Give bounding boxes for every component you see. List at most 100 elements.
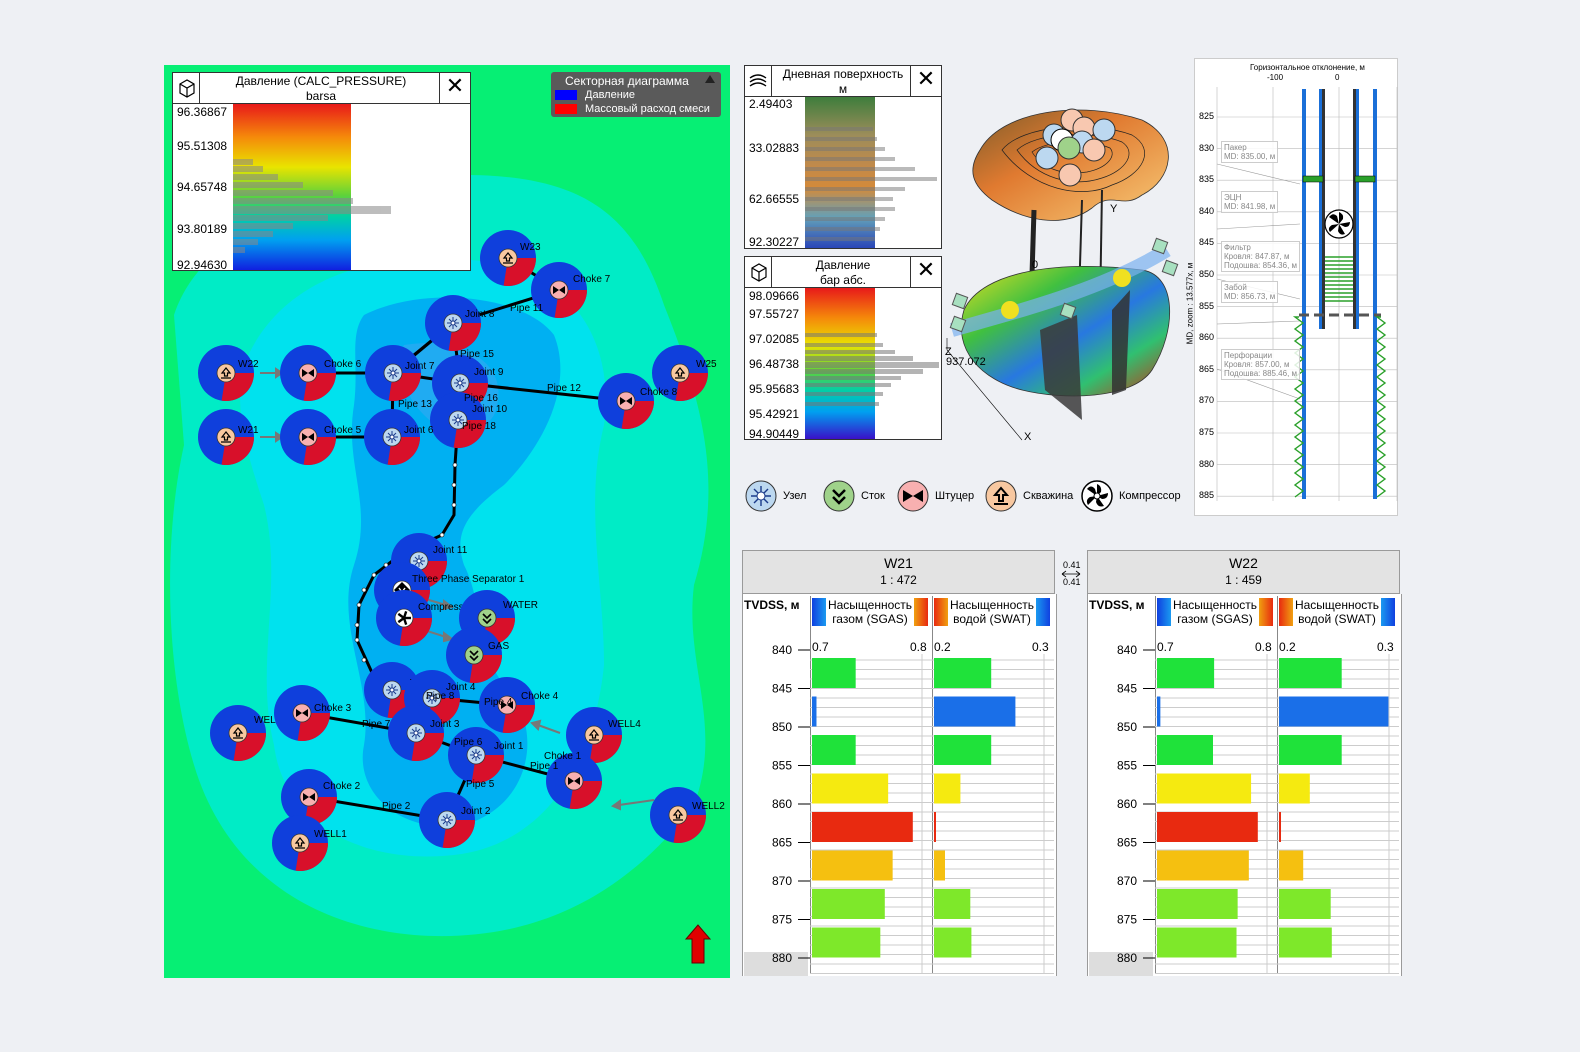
compressor-icon <box>1081 480 1113 512</box>
node-label: Joint 6 <box>404 425 434 436</box>
close-icon[interactable]: ✕ <box>910 66 941 96</box>
wellbore-depth-tick: 860 <box>1199 332 1215 343</box>
annotation-line: Подошва: 854.36, м <box>1224 261 1298 270</box>
annotation-line: Пакер <box>1224 143 1247 152</box>
cube-icon[interactable] <box>173 73 200 103</box>
node-label: Joint 9 <box>474 367 504 378</box>
wellbore-depth-tick: 865 <box>1199 363 1215 374</box>
wellbore-annotation: Забой MD: 856.73, м <box>1221 281 1279 303</box>
wellbore-annotation: Пакер MD: 835.00, м <box>1221 141 1279 163</box>
wellbore-axis-label: MD, zoom : 13.577x, м <box>1185 262 1195 345</box>
swat-bar <box>1279 658 1342 688</box>
pressure-tick: 95.51308 <box>177 139 228 153</box>
well-scale: 1 : 459 <box>1225 573 1262 587</box>
pipe-label: Pipe 12 <box>547 383 581 394</box>
legend-swatch-mass-flow <box>555 104 577 114</box>
node-label: Joint 3 <box>430 719 460 730</box>
annotation-line: Кровля: 847.87, м <box>1224 252 1290 261</box>
well-log-plot[interactable]: 840 845 850 855 860 865 870 875 880 <box>1087 594 1400 976</box>
node-label: Choke 4 <box>521 691 559 702</box>
joint-icon <box>745 480 777 512</box>
annotation-line: MD: 841.98, м <box>1224 202 1276 211</box>
3d-view-canvas[interactable]: Z X Y 0 937.072 <box>942 90 1192 450</box>
layers-icon[interactable] <box>745 66 772 96</box>
legend-label: Компрессор <box>1119 490 1181 502</box>
surface-tick: 33.02883 <box>749 141 800 155</box>
pressure-3d-unit: бар абс. <box>819 273 867 287</box>
sgas-bar <box>812 696 817 727</box>
pressure-3d-tick: 95.95683 <box>749 382 800 396</box>
depth-tick-label: 855 <box>772 759 792 773</box>
pressure-3d-histogram <box>805 333 939 406</box>
legend-label: Узел <box>783 490 807 502</box>
sgas-bar <box>1157 735 1213 765</box>
surface-legend-panel: Дневная поверхность м ✕ 2.49403 33.02883… <box>744 65 942 249</box>
3d-view[interactable]: Z X Y 0 937.072 <box>942 90 1192 450</box>
swat-bar <box>934 696 1016 727</box>
legend-joint: Узел <box>745 480 806 512</box>
collapse-icon[interactable] <box>705 75 715 83</box>
close-icon[interactable]: ✕ <box>910 257 941 287</box>
depth-tick-label: 875 <box>1117 913 1137 927</box>
pipe-label: Pipe 11 <box>510 303 544 314</box>
cube-icon[interactable] <box>745 257 772 287</box>
sgas-bar <box>1157 812 1258 842</box>
pipe-label: Pipe 2 <box>382 801 411 812</box>
swat-bar <box>1279 696 1389 727</box>
swat-bar <box>1279 850 1304 881</box>
node-label: W23 <box>520 242 541 253</box>
annotation-line: Фильтр <box>1224 243 1251 252</box>
node-label: Joint 2 <box>461 806 491 817</box>
legend-label: Скважина <box>1023 490 1074 502</box>
annotation-line: MD: 856.73, м <box>1224 292 1276 301</box>
depth-tick-label: 850 <box>772 720 792 734</box>
depth-tick-label: 850 <box>1117 720 1137 734</box>
node-label: WELL2 <box>692 801 725 812</box>
node-label: W25 <box>696 359 717 370</box>
sgas-bar <box>1157 889 1238 919</box>
well-log-header[interactable]: W22 1 : 459 <box>1087 550 1400 594</box>
node-label: Joint 10 <box>472 404 507 415</box>
surface-tick: 62.66555 <box>749 192 800 206</box>
depth-tick-label: 845 <box>772 682 792 696</box>
surface-title: Дневная поверхность <box>782 67 904 81</box>
pressure-legend-panel: Давление (CALC_PRESSURE) barsa ✕ 96.3686… <box>172 72 471 272</box>
swat-bar <box>1279 735 1342 765</box>
node-label: Choke 6 <box>324 359 362 370</box>
depth-tick-label: 865 <box>1117 836 1137 850</box>
well-name: W21 <box>884 555 913 571</box>
wellbore-annotation: Перфорации Кровля: 857.00, м Подошва: 885.… <box>1221 349 1301 380</box>
annotation-line: Подошва: 885.46, м <box>1224 369 1298 378</box>
surface-tick: 92.30227 <box>749 235 800 249</box>
pressure-3d-tick: 97.55727 <box>749 307 800 321</box>
node-label: Three Phase Separator 1 <box>412 574 525 585</box>
sector-legend: Секторная диаграмма Давление Массовый ра… <box>551 72 721 117</box>
well-log-header[interactable]: W21 1 : 472 <box>742 550 1055 594</box>
legend-label-pressure: Давление <box>585 89 636 101</box>
node-label: Joint 1 <box>494 741 524 752</box>
wellbore-panel[interactable]: Горизонтальное отклонение, м -100 0 MD, … <box>1185 58 1398 516</box>
pressure-3d-title: Давление <box>815 258 871 272</box>
link-icon[interactable] <box>1060 569 1082 578</box>
pressure-legend-title: Давление (CALC_PRESSURE) <box>235 74 407 88</box>
pressure-3d-tick: 94.90449 <box>749 427 800 441</box>
sgas-bar <box>812 812 913 842</box>
node-label: Choke 5 <box>324 425 362 436</box>
surface-tick: 2.49403 <box>749 97 793 111</box>
wellbore-depth-tick: 830 <box>1199 142 1215 153</box>
node-label: Joint 7 <box>405 361 435 372</box>
well-log-plot[interactable]: 840 845 850 855 860 865 870 875 880 <box>742 594 1055 976</box>
wellbore-depth-tick: 870 <box>1199 395 1215 406</box>
network-map[interactable]: W23 Choke 7 W22 Choke 6 W25 Choke 8 W21 Choke 5… <box>164 65 730 978</box>
swat-bar <box>934 735 992 765</box>
close-icon[interactable]: ✕ <box>439 73 470 103</box>
pipe-label: Pipe 4 <box>484 697 513 708</box>
node-label: Choke 2 <box>323 781 361 792</box>
wellbore-depth-tick: 880 <box>1199 458 1215 469</box>
wellbore-depth-tick: 840 <box>1199 205 1215 216</box>
pressure-3d-tick: 95.42921 <box>749 407 800 421</box>
swat-bar <box>1279 812 1281 842</box>
pressure-3d-tick: 98.09666 <box>749 289 800 303</box>
annotation-line: Забой <box>1224 283 1247 292</box>
depth-tick-label: 880 <box>1117 951 1137 965</box>
